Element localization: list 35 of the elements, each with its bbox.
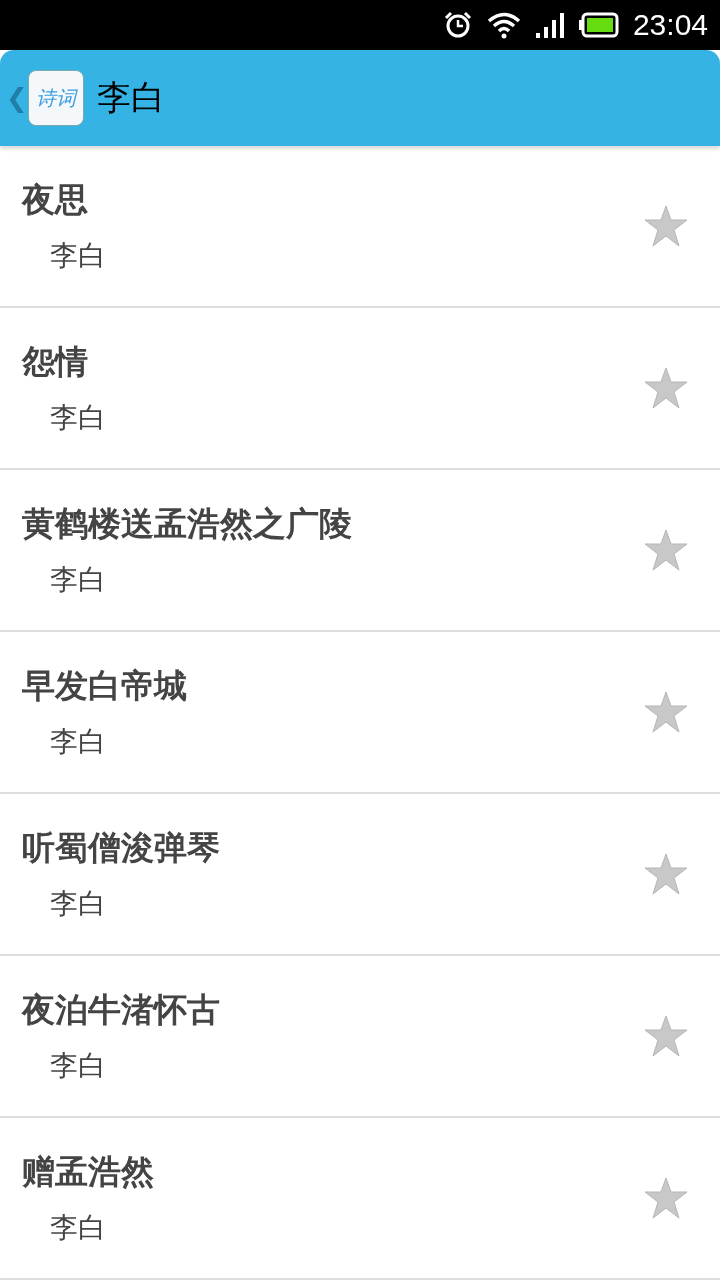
poem-list-item[interactable]: 怨情 李白 bbox=[0, 308, 720, 470]
poem-list-item[interactable]: 早发白帝城 李白 bbox=[0, 632, 720, 794]
poem-title: 夜思 bbox=[22, 178, 89, 221]
poem-list-item[interactable]: 夜泊牛渚怀古 李白 bbox=[0, 956, 720, 1118]
poem-title: 赠孟浩然 bbox=[22, 1150, 154, 1193]
poem-title: 怨情 bbox=[22, 340, 89, 383]
favorite-star-icon[interactable] bbox=[644, 691, 688, 733]
wifi-icon bbox=[486, 11, 521, 39]
favorite-star-icon[interactable] bbox=[644, 1177, 688, 1219]
favorite-star-icon[interactable] bbox=[644, 367, 688, 409]
poem-title: 黄鹤楼送孟浩然之广陵 bbox=[22, 502, 352, 545]
poem-author: 李白 bbox=[49, 237, 106, 274]
battery-icon bbox=[578, 12, 619, 38]
page-title: 李白 bbox=[97, 76, 165, 119]
poem-author: 李白 bbox=[49, 723, 107, 760]
clock-time: 23:04 bbox=[632, 8, 708, 42]
poem-author: 李白 bbox=[49, 1047, 107, 1084]
poem-author: 李白 bbox=[49, 399, 106, 436]
poem-list-item[interactable]: 黄鹤楼送孟浩然之广陵 李白 bbox=[0, 470, 720, 632]
poem-list-item[interactable]: 赠孟浩然 李白 bbox=[0, 1118, 720, 1280]
signal-icon bbox=[534, 11, 565, 39]
app-logo: 诗词 bbox=[28, 70, 84, 126]
poem-title: 夜泊牛渚怀古 bbox=[22, 988, 220, 1031]
favorite-star-icon[interactable] bbox=[644, 529, 688, 571]
poem-title: 早发白帝城 bbox=[22, 664, 187, 707]
alarm-clock-icon bbox=[442, 10, 473, 40]
favorite-star-icon[interactable] bbox=[644, 205, 688, 247]
poem-author: 李白 bbox=[49, 561, 107, 598]
favorite-star-icon[interactable] bbox=[644, 853, 688, 895]
poem-list-item[interactable]: 听蜀僧浚弹琴 李白 bbox=[0, 794, 720, 956]
poem-title: 听蜀僧浚弹琴 bbox=[22, 826, 220, 869]
poem-author: 李白 bbox=[49, 885, 107, 922]
poem-author: 李白 bbox=[49, 1209, 107, 1246]
poem-list-item[interactable]: 夜思 李白 bbox=[0, 146, 720, 308]
favorite-star-icon[interactable] bbox=[644, 1015, 688, 1057]
